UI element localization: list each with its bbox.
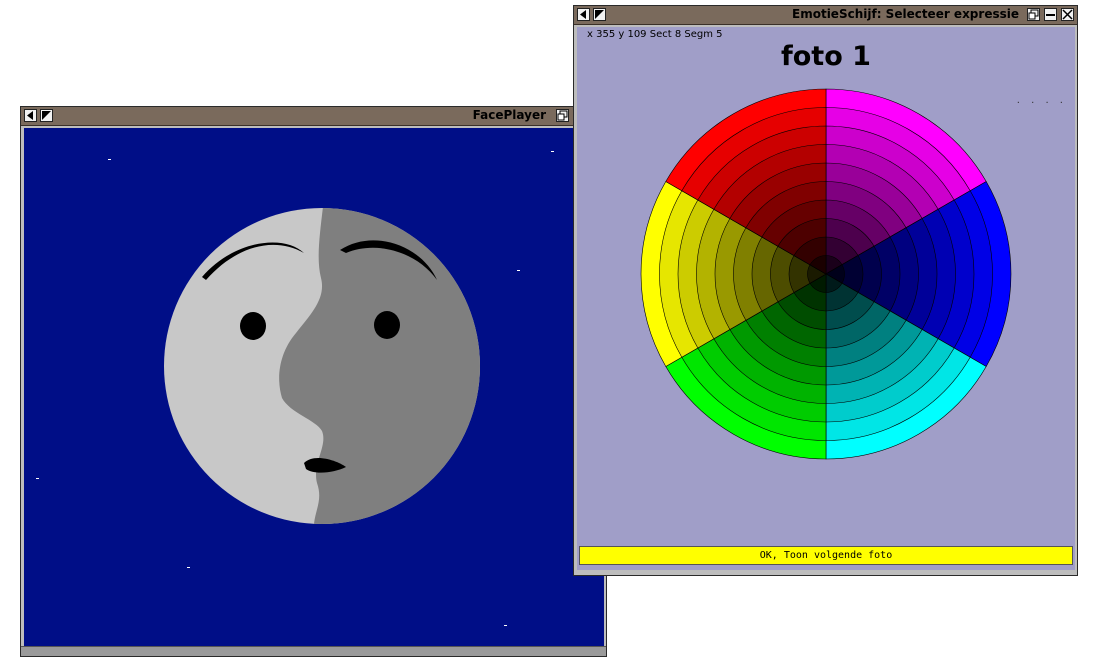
restore-icon[interactable]: [1027, 8, 1040, 21]
corner-arrow-icon[interactable]: [40, 109, 53, 122]
right-eye: [374, 311, 400, 339]
left-eye: [240, 312, 266, 340]
arrow-left-icon[interactable]: [577, 8, 590, 21]
emotieschijf-window: EmotieSchijf: Selecteer expressie x 355 …: [573, 5, 1078, 576]
corner-arrow-icon[interactable]: [593, 8, 606, 21]
face-canvas: [24, 128, 604, 648]
window-title: FacePlayer: [472, 108, 546, 122]
window-title: EmotieSchijf: Selecteer expressie: [792, 7, 1019, 21]
window-bottom-border: [21, 646, 606, 656]
emotieschijf-titlebar[interactable]: EmotieSchijf: Selecteer expressie: [574, 6, 1077, 25]
arrow-left-icon[interactable]: [24, 109, 37, 122]
faceplayer-titlebar[interactable]: FacePlayer: [21, 107, 606, 126]
faceplayer-window: FacePlayer: [20, 106, 607, 657]
emotion-wheel-panel: x 355 y 109 Sect 8 Segm 5 foto 1 . . . .…: [577, 27, 1075, 570]
restore-icon[interactable]: [556, 109, 569, 122]
emotion-wheel[interactable]: [577, 27, 1075, 527]
close-icon[interactable]: [1061, 8, 1074, 21]
minimize-icon[interactable]: [1044, 8, 1057, 21]
ok-next-photo-button[interactable]: OK, Toon volgende foto: [579, 546, 1073, 565]
